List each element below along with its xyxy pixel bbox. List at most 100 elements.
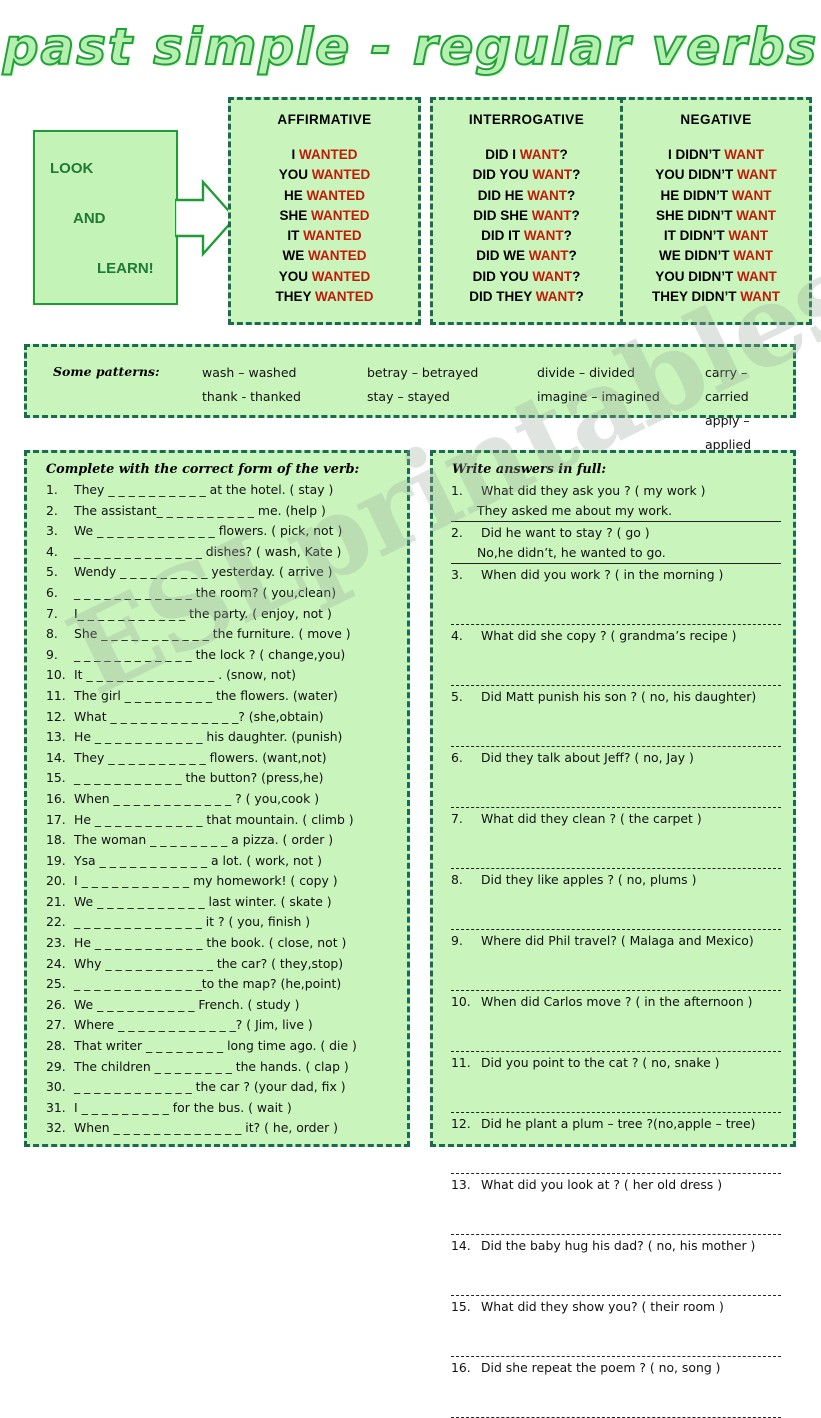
exercise-item-text: _ _ _ _ _ _ _ _ _ _ _ _ the room? ( you,…	[74, 584, 337, 600]
exercise-item[interactable]: 4. _ _ _ _ _ _ _ _ _ _ _ _ _ dishes? ( wa…	[27, 542, 407, 563]
exercise-item[interactable]: 10. It _ _ _ _ _ _ _ _ _ _ _ _ _ . (snow,…	[27, 665, 407, 686]
pattern-pair: divide – divided	[537, 365, 635, 380]
exercise-item-number: 22.	[46, 914, 66, 930]
exercise-item[interactable]: 7. I_ _ _ _ _ _ _ _ _ _ _ the party. ( en…	[27, 604, 407, 625]
qa-question: 13. What did you look at ? ( her old dres…	[451, 1174, 781, 1195]
exercise-item[interactable]: 1. They _ _ _ _ _ _ _ _ _ _ at the hotel.…	[27, 480, 407, 501]
exercise-item[interactable]: 2. The assistant_ _ _ _ _ _ _ _ _ _ me. (…	[27, 501, 407, 522]
exercise-item[interactable]: 22. _ _ _ _ _ _ _ _ _ _ _ _ _ it ? ( you,…	[27, 912, 407, 933]
qa-number: 14.	[451, 1238, 471, 1253]
conjugation-row: THEY DIDN’T WANT	[623, 287, 809, 307]
conjugation-row: HE WANTED	[231, 186, 418, 206]
exercise-item[interactable]: 19. Ysa _ _ _ _ _ _ _ _ _ _ _ a lot. ( wo…	[27, 851, 407, 872]
verb: WANT	[737, 167, 777, 183]
exercise-box-right: Write answers in full: 1. What did they a…	[430, 450, 796, 1418]
qa-answer-filled[interactable]: They asked me about my work.	[451, 501, 781, 522]
exercise-right-list: 1. What did they ask you ? ( my work ) The…	[433, 480, 793, 1418]
exercise-item[interactable]: 28. That writer _ _ _ _ _ _ _ _ long time…	[27, 1036, 407, 1057]
exercise-item-number: 32.	[46, 1120, 66, 1136]
exercise-item-number: 7.	[46, 605, 58, 621]
exercise-item[interactable]: 3. We _ _ _ _ _ _ _ _ _ _ _ _ flowers. ( …	[27, 521, 407, 542]
verb: WANTED	[315, 289, 374, 305]
qa-item: 13. What did you look at ? ( her old dres…	[451, 1174, 781, 1235]
pattern-pair: carry – carried	[705, 365, 749, 404]
qa-answer-blank[interactable]	[451, 1256, 781, 1296]
exercise-item-number: 24.	[46, 955, 66, 971]
conjugation-row: YOU WANTED	[231, 165, 418, 185]
exercise-item-number: 10.	[46, 667, 66, 683]
conjugation-row: YOU DIDN’T WANT	[623, 267, 809, 287]
qa-answer-blank[interactable]	[451, 1195, 781, 1235]
exercise-item[interactable]: 23. He _ _ _ _ _ _ _ _ _ _ _ the book. ( …	[27, 933, 407, 954]
exercise-item[interactable]: 31. I _ _ _ _ _ _ _ _ _ for the bus. ( wa…	[27, 1098, 407, 1119]
qa-answer-blank[interactable]	[451, 1134, 781, 1174]
exercise-item[interactable]: 14. They _ _ _ _ _ _ _ _ _ _ flowers. (wa…	[27, 748, 407, 769]
pattern-pair: betray – betrayed	[367, 365, 479, 380]
qa-answer-blank[interactable]	[451, 707, 781, 747]
qa-answer-blank[interactable]	[451, 1317, 781, 1357]
exercise-left-list: 1. They _ _ _ _ _ _ _ _ _ _ at the hotel.…	[27, 480, 407, 1139]
exercise-item-text: They _ _ _ _ _ _ _ _ _ _ flowers. (want,…	[74, 749, 327, 765]
exercise-item[interactable]: 30. _ _ _ _ _ _ _ _ _ _ _ _ the car ? (yo…	[27, 1077, 407, 1098]
verb: WANTED	[311, 268, 371, 284]
exercise-item[interactable]: 15. _ _ _ _ _ _ _ _ _ _ _ the button? (pr…	[27, 768, 407, 789]
exercise-item[interactable]: 27. Where _ _ _ _ _ _ _ _ _ _ _ _? ( Jim,…	[27, 1015, 407, 1036]
exercise-item-text: Ysa _ _ _ _ _ _ _ _ _ _ _ a lot. ( work,…	[74, 852, 323, 868]
conjugation-heading: INTERROGATIVE	[468, 112, 585, 127]
exercise-item-text: She _ _ _ _ _ _ _ _ _ _ _ the furniture.…	[74, 626, 351, 642]
exercise-item[interactable]: 6. _ _ _ _ _ _ _ _ _ _ _ _ the room? ( yo…	[27, 583, 407, 604]
qa-question-text: What did they show you? ( their room )	[481, 1299, 724, 1314]
exercise-item[interactable]: 5. Wendy _ _ _ _ _ _ _ _ _ yesterday. ( a…	[27, 562, 407, 583]
exercise-item[interactable]: 17. He _ _ _ _ _ _ _ _ _ _ _ that mountai…	[27, 810, 407, 831]
qa-answer-blank[interactable]	[451, 1012, 781, 1052]
qa-number: 3.	[451, 567, 463, 582]
qa-answer-blank[interactable]	[451, 829, 781, 869]
exercise-item[interactable]: 9. _ _ _ _ _ _ _ _ _ _ _ _ the lock ? ( c…	[27, 645, 407, 666]
qa-answer-filled[interactable]: No,he didn’t, he wanted to go.	[451, 543, 781, 564]
conjugation-box-negative: NEGATIVE I DIDN’T WANT YOU DIDN’T WANT H…	[620, 97, 812, 325]
patterns-column: carry – carried apply – applied	[705, 361, 793, 457]
qa-number: 7.	[451, 811, 463, 826]
qa-question: 16. Did she repeat the poem ? ( no, song …	[451, 1357, 781, 1378]
exercise-item[interactable]: 24. Why _ _ _ _ _ _ _ _ _ _ _ the car? ( …	[27, 954, 407, 975]
exercise-item[interactable]: 29. The children _ _ _ _ _ _ _ _ the hand…	[27, 1057, 407, 1078]
exercise-item[interactable]: 32. When _ _ _ _ _ _ _ _ _ _ _ _ _ it? ( …	[27, 1118, 407, 1139]
qa-question-text: Did he plant a plum – tree ?(no,apple – …	[481, 1116, 756, 1131]
qa-answer-blank[interactable]	[451, 1378, 781, 1418]
exercise-item[interactable]: 16. When _ _ _ _ _ _ _ _ _ _ _ _ ? ( you,…	[27, 789, 407, 810]
verb: WANT	[737, 268, 777, 284]
qa-answer-blank[interactable]	[451, 951, 781, 991]
exercise-item[interactable]: 20. I _ _ _ _ _ _ _ _ _ _ _ my homework! …	[27, 871, 407, 892]
qa-item: 6. Did they talk about Jeff? ( no, Jay )	[451, 747, 781, 808]
qa-question-text: Did they like apples ? ( no, plums )	[481, 872, 697, 887]
subject: HE DIDN’T	[660, 187, 728, 203]
qa-answer-blank[interactable]	[451, 1073, 781, 1113]
exercise-item[interactable]: 13. He _ _ _ _ _ _ _ _ _ _ _ his daughter…	[27, 727, 407, 748]
exercise-item[interactable]: 25. _ _ _ _ _ _ _ _ _ _ _ _ _to the map? …	[27, 974, 407, 995]
exercise-item[interactable]: 18. The woman _ _ _ _ _ _ _ _ a pizza. ( …	[27, 830, 407, 851]
qa-item: 1. What did they ask you ? ( my work ) The…	[451, 480, 781, 522]
verb: WANT	[733, 248, 773, 264]
subject: YOU	[278, 268, 308, 284]
tail: ?	[572, 167, 581, 183]
exercise-item[interactable]: 11. The girl _ _ _ _ _ _ _ _ _ the flower…	[27, 686, 407, 707]
exercise-item[interactable]: 12. What _ _ _ _ _ _ _ _ _ _ _ _ _? (she,…	[27, 707, 407, 728]
exercise-item-number: 12.	[46, 708, 66, 724]
exercise-item[interactable]: 26. We _ _ _ _ _ _ _ _ _ _ French. ( stud…	[27, 995, 407, 1016]
exercise-item[interactable]: 21. We _ _ _ _ _ _ _ _ _ _ _ last winter.…	[27, 892, 407, 913]
qa-answer-blank[interactable]	[451, 646, 781, 686]
exercise-item-number: 20.	[46, 873, 66, 889]
qa-answer-blank[interactable]	[451, 585, 781, 625]
exercise-item-number: 11.	[46, 687, 66, 703]
verb: WANTED	[306, 187, 366, 203]
conjugation-box-interrogative: INTERROGATIVE DID I WANT? DID YOU WANT? …	[430, 97, 623, 325]
qa-answer-blank[interactable]	[451, 768, 781, 808]
exercise-item[interactable]: 8. She _ _ _ _ _ _ _ _ _ _ _ the furnitur…	[27, 624, 407, 645]
qa-answer-blank[interactable]	[451, 890, 781, 930]
look-and-learn-box: LOOK AND LEARN!	[33, 130, 178, 305]
exercise-item-text: I _ _ _ _ _ _ _ _ _ for the bus. ( wait …	[74, 1099, 292, 1115]
subject: DID YOU	[472, 268, 529, 284]
conjugation-row: WE WANTED	[231, 246, 418, 266]
qa-question-text: Did the baby hug his dad? ( no, his moth…	[481, 1238, 756, 1253]
exercise-item-number: 31.	[46, 1099, 66, 1115]
